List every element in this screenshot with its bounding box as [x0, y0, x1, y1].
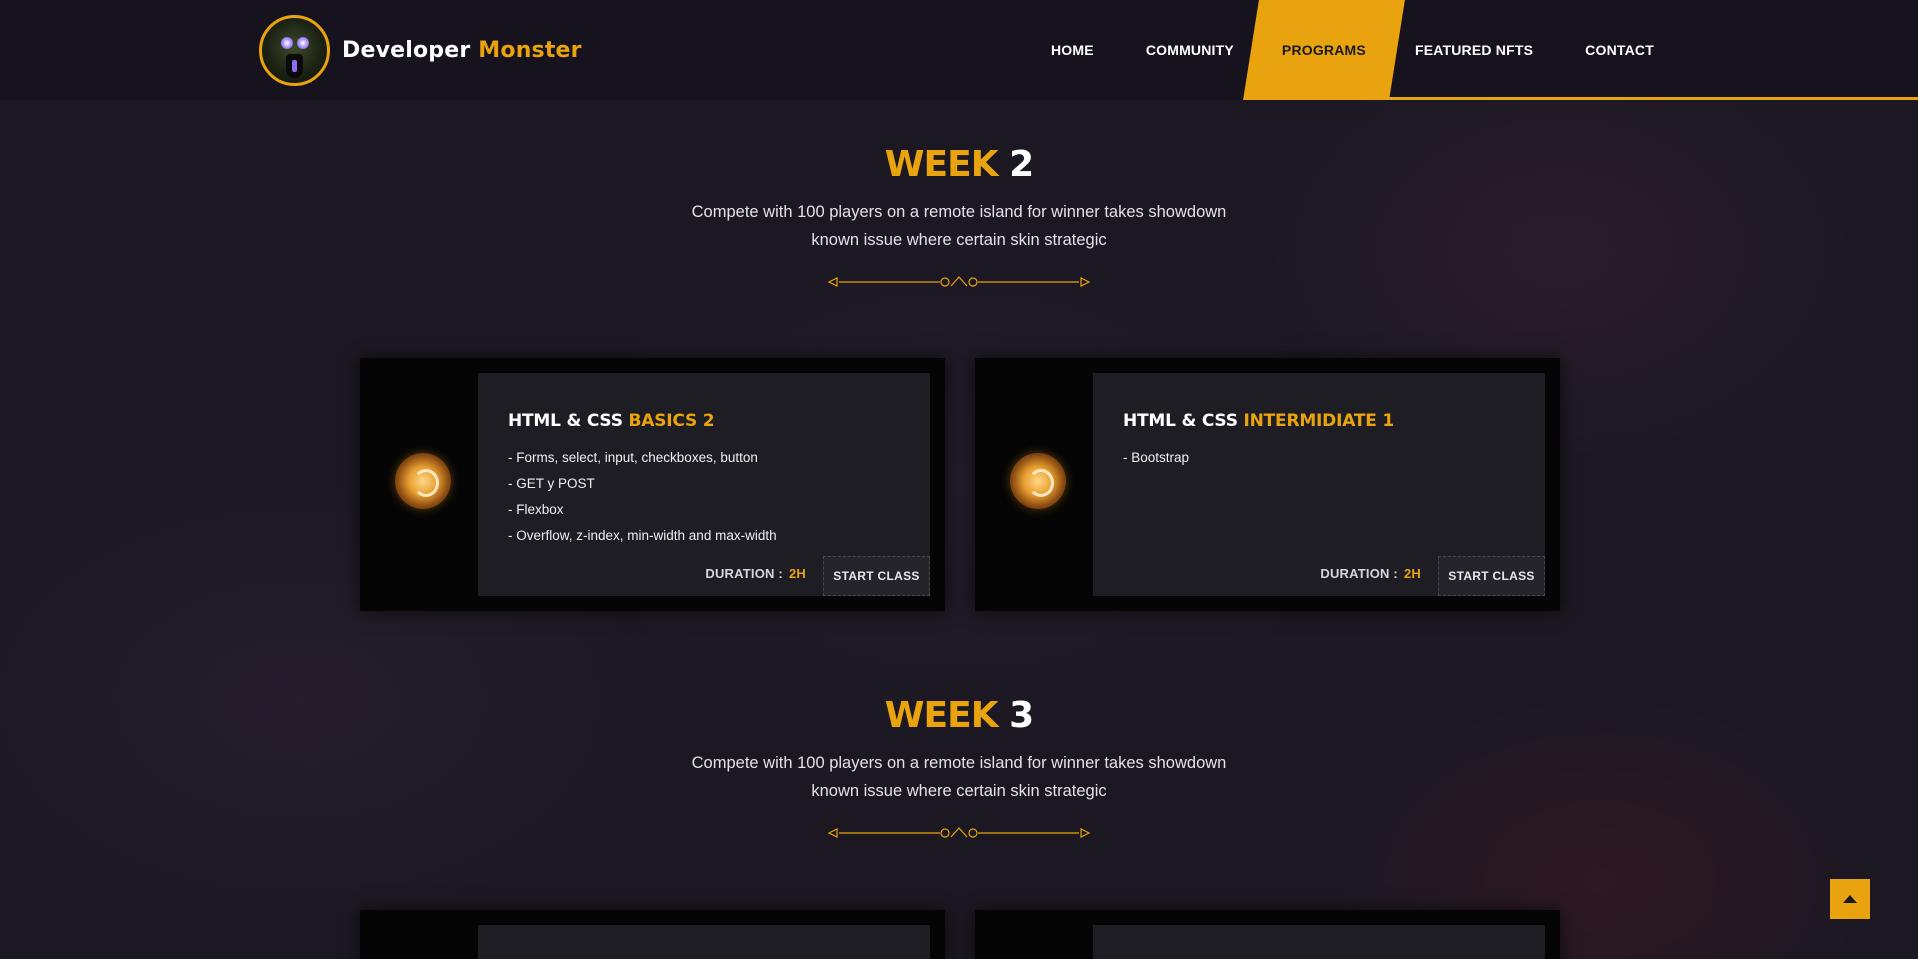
week-3-heading: WEEK 3 — [0, 695, 1918, 736]
course-card-panel: HTML & CSS INTERMIDIATE 1 - Bootstrap DU… — [1093, 373, 1545, 596]
course-card-panel — [1093, 925, 1545, 959]
course-card-panel — [478, 925, 930, 959]
course-title: HTML & CSS BASICS 2 — [508, 411, 715, 431]
gold-coin-icon — [395, 453, 451, 509]
start-class-button[interactable]: START CLASS — [823, 556, 930, 596]
monster-logo-icon — [259, 15, 330, 86]
course-topics: - Bootstrap — [1123, 445, 1189, 471]
course-card: HTML & CSS INTERMIDIATE 1 - Bootstrap DU… — [975, 358, 1560, 611]
course-topics: - Forms, select, input, checkboxes, butt… — [508, 445, 777, 549]
nav-featured-nfts[interactable]: FEATURED NFTS — [1415, 0, 1533, 100]
course-title: HTML & CSS INTERMIDIATE 1 — [1123, 411, 1395, 431]
course-topic: - Overflow, z-index, min-width and max-w… — [508, 528, 777, 543]
course-card: HTML & CSS BASICS 2 - Forms, select, inp… — [360, 358, 945, 611]
site-header: Developer Monster HOME COMMUNITY PROGRAM… — [0, 0, 1918, 100]
week-number: 2 — [1009, 144, 1034, 185]
start-class-button[interactable]: START CLASS — [1438, 556, 1545, 596]
course-duration: DURATION :2H — [1320, 566, 1421, 581]
brand-name: Developer Monster — [342, 38, 582, 63]
course-topic: - Bootstrap — [1123, 450, 1190, 465]
course-topic: - Forms, select, input, checkboxes, butt… — [508, 450, 758, 465]
nav-home[interactable]: HOME — [1051, 0, 1094, 100]
ornament-divider-icon — [827, 827, 1091, 838]
header-accent-line — [1375, 97, 1918, 100]
brand-name-part1: Developer — [342, 38, 471, 63]
week-number: 3 — [1009, 695, 1034, 736]
course-duration: DURATION :2H — [705, 566, 806, 581]
course-card — [360, 910, 945, 959]
week-3-subtitle: Compete with 100 players on a remote isl… — [691, 754, 1227, 800]
nav-programs[interactable]: PROGRAMS — [1251, 0, 1397, 100]
main-nav: HOME COMMUNITY PROGRAMS FEATURED NFTS CO… — [1030, 0, 1654, 100]
arrow-up-icon — [1843, 895, 1857, 903]
nav-contact[interactable]: CONTACT — [1585, 0, 1654, 100]
course-card — [975, 910, 1560, 959]
scroll-to-top-button[interactable] — [1830, 879, 1870, 919]
week-word: WEEK — [884, 695, 999, 736]
brand-logo[interactable]: Developer Monster — [259, 15, 582, 86]
ornament-divider-icon — [827, 276, 1091, 287]
brand-name-part2: Monster — [478, 38, 582, 63]
gold-coin-icon — [1010, 453, 1066, 509]
week-2-heading: WEEK 2 — [0, 144, 1918, 185]
course-topic: - GET y POST — [508, 476, 595, 491]
course-topic: - Flexbox — [508, 502, 564, 517]
nav-community[interactable]: COMMUNITY — [1146, 0, 1234, 100]
course-card-panel: HTML & CSS BASICS 2 - Forms, select, inp… — [478, 373, 930, 596]
week-2-subtitle: Compete with 100 players on a remote isl… — [691, 203, 1227, 249]
week-word: WEEK — [884, 144, 999, 185]
